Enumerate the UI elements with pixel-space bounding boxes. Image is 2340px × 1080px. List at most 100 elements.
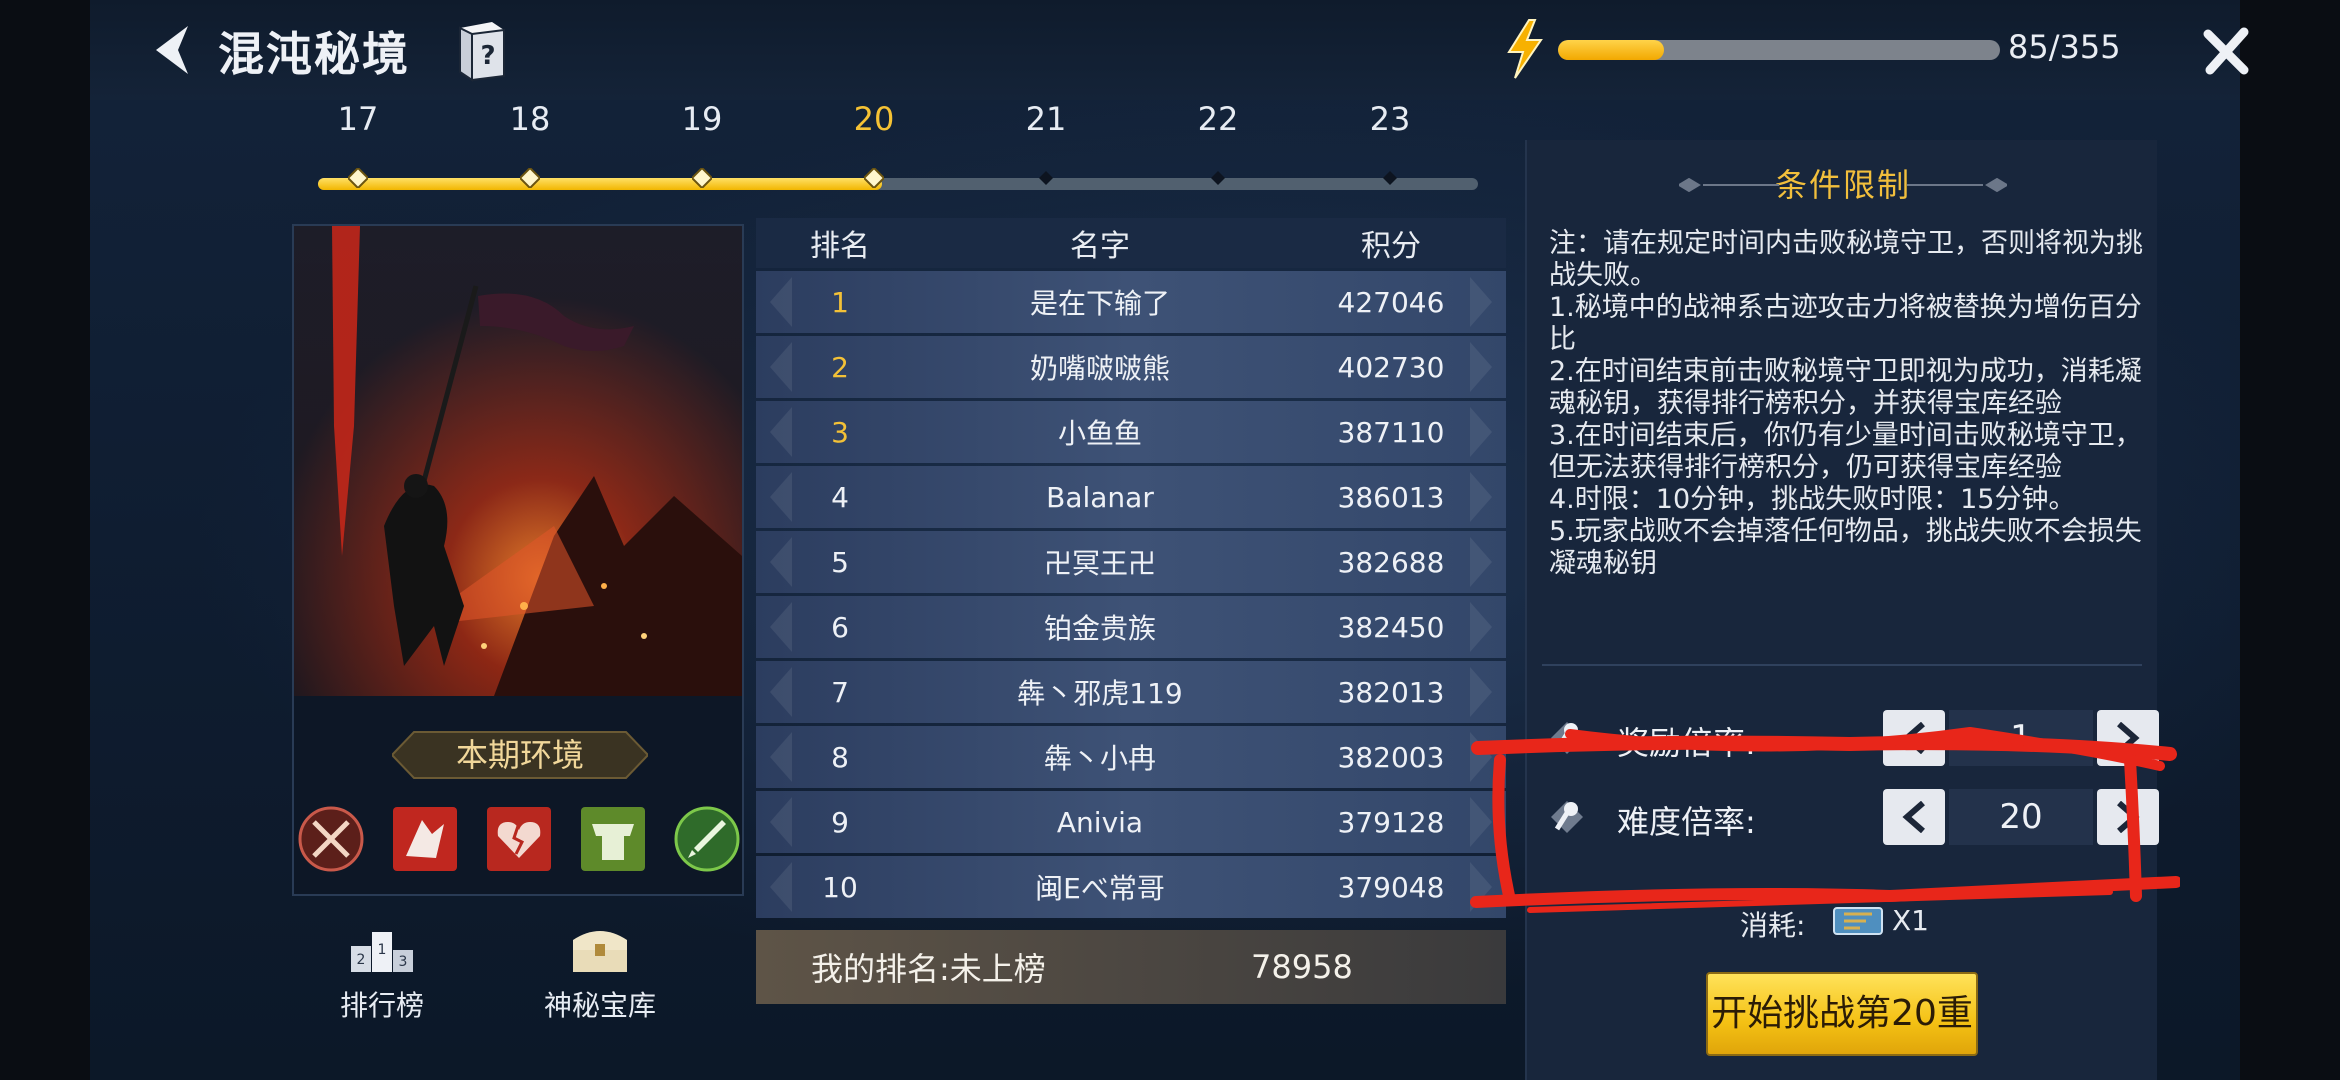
my-score: 78958 <box>1251 948 1353 986</box>
ranking-row[interactable]: 7 犇丶邪虎119 382013 <box>756 661 1506 723</box>
divider <box>1542 664 2142 666</box>
ornament-left-icon <box>1679 178 1779 192</box>
ranking-cell-name: Anivia <box>1056 805 1144 839</box>
ranking-cell-rank: 8 <box>831 740 849 774</box>
close-button[interactable] <box>2200 24 2254 78</box>
treasury-button[interactable]: 神秘宝库 <box>530 920 670 1024</box>
ranking-cell-name: 犇丶邪虎119 <box>1017 677 1183 710</box>
reward-increase-button[interactable] <box>2097 710 2159 766</box>
ranking-row[interactable]: 2 奶嘴啵啵熊 402730 <box>756 336 1506 398</box>
reward-key-icon <box>1551 722 1583 754</box>
level-node-19[interactable]: 19 <box>662 100 742 188</box>
reward-multiplier-stepper: 1 <box>1883 710 2159 766</box>
ranking-cell-score: 382003 <box>1337 740 1445 774</box>
difficulty-multiplier-stepper: 20 <box>1883 789 2159 845</box>
difficulty-multiplier-value: 20 <box>1949 789 2093 845</box>
ranking-row[interactable]: 8 犇丶小冉 382003 <box>756 726 1506 788</box>
cost-quantity: X1 <box>1892 904 1929 937</box>
treasure-chest-icon <box>573 931 627 972</box>
boss-artwork <box>294 226 742 696</box>
leaderboard-button[interactable]: 2 1 3 排行榜 <box>312 920 452 1024</box>
condition-line: 4.时限：10分钟，挑战失败时限：15分钟。 <box>1549 484 2076 515</box>
ranking-table: 排名 名字 积分 1 是在下输了 427046 2 奶嘴啵啵熊 402730 3 小鱼鱼 387… <box>756 218 1506 918</box>
ranking-cell-rank: 4 <box>831 480 849 514</box>
environment-modifiers <box>294 806 742 886</box>
diamond-gold-icon <box>348 168 368 188</box>
armor-icon[interactable] <box>580 806 646 872</box>
condition-line: 5.玩家战败不会掉落任何物品，挑战失败不会损失凝魂秘钥 <box>1549 516 2142 579</box>
chevron-right-icon <box>2117 722 2140 754</box>
ranking-row[interactable]: 9 Anivia 379128 <box>756 791 1506 853</box>
ranking-row[interactable]: 1 是在下输了 427046 <box>756 271 1506 333</box>
energy-bar-fill <box>1558 40 1664 60</box>
close-icon <box>2203 27 2249 75</box>
level-node-17[interactable]: 17 <box>318 100 398 188</box>
ranking-cell-rank: 7 <box>831 675 849 709</box>
ranking-cell-rank: 10 <box>822 870 858 904</box>
level-node-18[interactable]: 18 <box>490 100 570 188</box>
podium-icon: 2 1 3 <box>351 932 413 972</box>
ranking-row[interactable]: 4 Balanar 386013 <box>756 466 1506 528</box>
difficulty-key-icon <box>1551 801 1583 833</box>
left-letterbox <box>0 0 90 1080</box>
broken-shield-icon[interactable] <box>392 806 458 872</box>
ranking-cell-name: 卍冥王卍 <box>1043 547 1156 580</box>
diamond-gold-icon <box>692 168 712 188</box>
level-label: 22 <box>1197 100 1239 138</box>
ranking-cell-rank: 5 <box>831 545 849 579</box>
ranking-cell-name: 犇丶小冉 <box>1043 742 1156 775</box>
chevron-left-icon <box>1902 801 1925 833</box>
header-score: 积分 <box>1361 229 1421 264</box>
condition-line: 注：请在规定时间内击败秘境守卫，否则将视为挑战失败。 <box>1549 228 2143 291</box>
level-node-21[interactable]: 21 <box>1006 100 1086 185</box>
environment-label: 本期环境 <box>455 736 584 774</box>
back-button[interactable] <box>148 22 200 78</box>
ranking-cell-score: 402730 <box>1337 350 1445 384</box>
condition-line: 3.在时间结束后，你仍有少量时间击败秘境守卫，但无法获得排行榜积分，仍可获得宝库… <box>1549 420 2142 483</box>
ranking-cell-score: 379128 <box>1337 805 1445 839</box>
reward-decrease-button[interactable] <box>1883 710 1945 766</box>
ranking-row[interactable]: 10 闽Eべ常哥 379048 <box>756 856 1506 918</box>
diamond-dark-icon <box>1380 168 1400 188</box>
chevron-left-icon <box>1902 722 1925 754</box>
ranking-row[interactable]: 5 卍冥王卍 382688 <box>756 531 1506 593</box>
help-book-icon: ? <box>459 22 505 82</box>
back-arrow-icon <box>156 26 188 74</box>
heart-break-icon[interactable] <box>486 806 552 872</box>
ranking-cell-score: 379048 <box>1337 870 1445 904</box>
level-label: 18 <box>509 100 551 138</box>
condition-line: 2.在时间结束前击败秘境守卫即视为成功，消耗凝魂秘钥，获得排行榜积分，并获得宝库… <box>1549 356 2142 419</box>
ranking-cell-score: 427046 <box>1337 285 1445 319</box>
ornament-right-icon <box>1907 178 2007 192</box>
right-letterbox <box>2240 0 2340 1080</box>
difficulty-increase-button[interactable] <box>2097 789 2159 845</box>
level-node-23[interactable]: 23 <box>1350 100 1430 185</box>
environment-panel: 本期环境 <box>292 224 744 896</box>
difficulty-decrease-button[interactable] <box>1883 789 1945 845</box>
ranking-row[interactable]: 6 铂金贵族 382450 <box>756 596 1506 658</box>
leaderboard-label: 排行榜 <box>339 989 424 1022</box>
conditions-title-wrap: 条件限制 <box>1527 160 2159 210</box>
treasury-label: 神秘宝库 <box>543 989 656 1022</box>
energy-bar <box>1558 40 2000 60</box>
difficulty-multiplier-label: 难度倍率: <box>1617 803 1756 841</box>
ranking-row[interactable]: 3 小鱼鱼 387110 <box>756 401 1506 463</box>
start-challenge-button[interactable]: 开始挑战第20重 <box>1706 972 1978 1056</box>
energy-lightning-icon <box>1505 18 1545 80</box>
help-book-button[interactable]: ? <box>452 18 512 82</box>
level-label: 20 <box>853 100 895 138</box>
diamond-gold-icon <box>864 168 884 188</box>
level-label: 23 <box>1369 100 1411 138</box>
ranking-cell-rank: 1 <box>831 285 849 319</box>
energy-count: 85/355 <box>2008 28 2121 66</box>
ranking-cell-rank: 3 <box>831 415 849 449</box>
my-rank-label: 我的排名:未上榜 <box>811 950 1046 988</box>
cross-swords-icon[interactable] <box>298 806 364 872</box>
level-node-20[interactable]: 20 <box>834 100 914 188</box>
level-label: 17 <box>337 100 379 138</box>
sword-boost-icon[interactable] <box>674 806 740 872</box>
reward-multiplier-row: 奖励倍率: 1 <box>1545 706 2159 766</box>
level-node-22[interactable]: 22 <box>1178 100 1258 185</box>
header-name: 名字 <box>1070 229 1130 264</box>
ranking-cell-score: 387110 <box>1337 415 1445 449</box>
